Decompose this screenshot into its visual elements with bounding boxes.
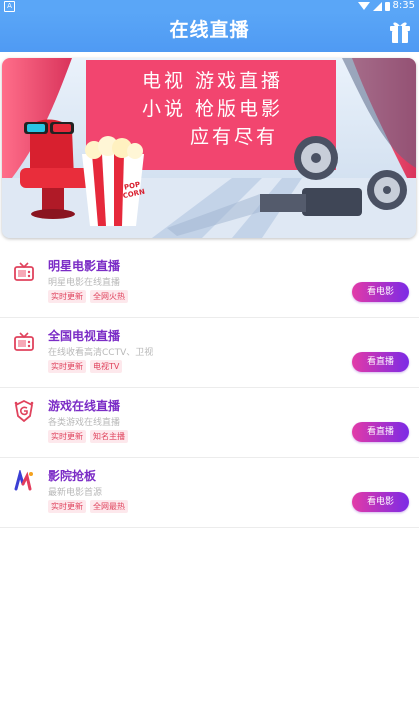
banner-line-3: 应有尽有 <box>190 126 279 148</box>
watch-movie-button[interactable]: 看电影 <box>352 282 409 302</box>
list-item[interactable]: 明星电影直播 明星电影在线直播 实时更新 全网火热 看电影 <box>0 248 419 318</box>
watch-live-button[interactable]: 看直播 <box>352 422 409 442</box>
item-tags: 实时更新 电视TV <box>48 360 123 373</box>
item-subtitle: 最新电影首源 <box>48 488 103 498</box>
list-item[interactable]: 全国电视直播 在线收看高清CCTV、卫视 实时更新 电视TV 看直播 <box>0 318 419 388</box>
tag: 实时更新 <box>48 290 86 303</box>
status-indicators: 8:35 <box>357 0 415 12</box>
watch-movie-button[interactable]: 看电影 <box>352 492 409 512</box>
tag: 实时更新 <box>48 500 86 513</box>
cinema-logo-icon <box>13 468 35 492</box>
item-title: 明星电影直播 <box>48 259 121 273</box>
tag: 知名主播 <box>90 430 128 443</box>
notification-a-icon: A <box>4 1 15 12</box>
tag: 实时更新 <box>48 430 86 443</box>
list-item[interactable]: 游戏在线直播 各类游戏在线直播 实时更新 知名主播 看直播 <box>0 388 419 458</box>
watch-live-button[interactable]: 看直播 <box>352 352 409 372</box>
app-header: 在线直播 <box>0 12 419 52</box>
item-subtitle: 在线收看高清CCTV、卫视 <box>48 348 154 358</box>
tag: 实时更新 <box>48 360 86 373</box>
page-title: 在线直播 <box>169 19 250 41</box>
item-tags: 实时更新 全网火热 <box>48 290 128 303</box>
item-subtitle: 各类游戏在线直播 <box>48 418 121 428</box>
signal-icon <box>372 1 382 11</box>
item-tags: 实时更新 全网最热 <box>48 500 128 513</box>
wifi-icon <box>357 2 370 10</box>
tv-icon <box>13 260 35 282</box>
item-title: 全国电视直播 <box>48 329 121 343</box>
banner-line-2: 小说 枪版电影 <box>142 98 284 120</box>
promo-banner[interactable]: 电视 游戏直播 小说 枪版电影 应有尽有 POP CORN <box>2 58 416 238</box>
tag: 全网最热 <box>90 500 128 513</box>
channel-list: 明星电影直播 明星电影在线直播 实时更新 全网火热 看电影 全国电视直播 在线收… <box>0 248 419 528</box>
item-tags: 实时更新 知名主播 <box>48 430 128 443</box>
list-item[interactable]: 影院抢板 最新电影首源 实时更新 全网最热 看电影 <box>0 458 419 528</box>
tag: 电视TV <box>90 360 123 373</box>
item-title: 影院抢板 <box>48 469 97 483</box>
status-time: 8:35 <box>392 0 415 11</box>
banner-line-1: 电视 游戏直播 <box>142 70 284 92</box>
battery-icon <box>384 1 390 11</box>
item-title: 游戏在线直播 <box>48 399 121 413</box>
status-bar: A 8:35 <box>0 0 419 12</box>
game-shield-icon <box>13 399 35 423</box>
tag: 全网火热 <box>90 290 128 303</box>
tv-icon <box>13 330 35 352</box>
gift-icon[interactable] <box>389 20 411 44</box>
item-subtitle: 明星电影在线直播 <box>48 278 121 288</box>
